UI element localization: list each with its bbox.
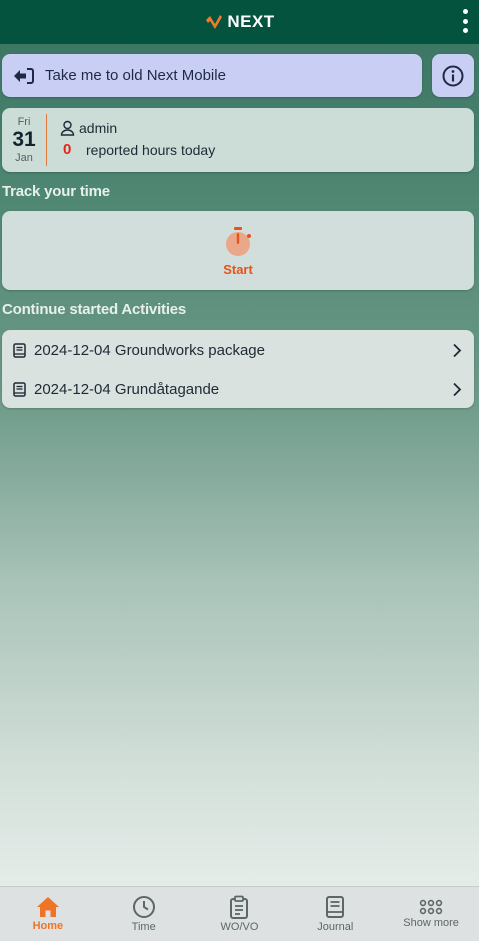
month-name: Jan <box>15 152 33 164</box>
exit-arrow-icon <box>14 67 34 84</box>
nav-journal-label: Journal <box>317 921 354 933</box>
started-activities-list: 2024-12-04 Groundworks package 2024-12-0… <box>2 330 474 408</box>
activity-label: 2024-12-04 Grundåtagande <box>34 381 220 398</box>
start-timer-card[interactable]: Start <box>2 211 474 290</box>
nav-time[interactable]: Time <box>96 887 192 941</box>
reported-hours-label: reported hours today <box>86 141 216 158</box>
nav-home[interactable]: Home <box>0 887 96 941</box>
user-row: admin <box>60 120 117 136</box>
more-options-menu-icon[interactable] <box>459 9 471 33</box>
book-icon <box>13 343 26 358</box>
home-icon <box>36 897 59 917</box>
start-button-label: Start <box>223 261 253 277</box>
book-icon <box>13 382 26 397</box>
activity-item[interactable]: 2024-12-04 Grundåtagande <box>2 370 474 409</box>
reported-hours-count: 0 <box>63 141 72 158</box>
nav-home-label: Home <box>32 920 64 932</box>
top-app-bar: NEXT <box>0 0 479 44</box>
stopwatch-icon <box>226 226 251 256</box>
date-divider <box>46 114 47 166</box>
clock-icon <box>132 896 155 918</box>
user-name: admin <box>79 120 118 136</box>
nav-journal[interactable]: Journal <box>287 887 383 941</box>
date-badge: Fri 31 Jan <box>2 114 46 166</box>
old-next-mobile-button[interactable]: Take me to old Next Mobile <box>2 54 422 97</box>
user-icon <box>60 120 75 136</box>
chevron-right-icon <box>453 382 462 397</box>
day-number: 31 <box>12 128 36 151</box>
activities-heading: Continue started Activities <box>2 301 187 318</box>
day-name: Fri <box>17 116 31 128</box>
nav-wo-vo[interactable]: WO/VO <box>192 887 288 941</box>
info-icon <box>442 65 464 86</box>
activity-label: 2024-12-04 Groundworks package <box>34 342 265 359</box>
track-time-heading: Track your time <box>2 183 110 200</box>
nav-show-more-label: Show more <box>403 917 459 929</box>
chevron-right-icon <box>453 343 462 358</box>
bottom-navigation: Home Time WO/VO Journal Show more <box>0 886 479 941</box>
app-logo: NEXT <box>204 12 274 32</box>
logo-bolt-icon <box>206 15 223 29</box>
nav-wo-vo-label: WO/VO <box>220 921 259 933</box>
today-summary-card[interactable]: Fri 31 Jan admin 0 reported hours today <box>2 108 474 172</box>
book-icon <box>326 896 345 918</box>
grid-icon <box>419 899 443 915</box>
hours-row: 0 reported hours today <box>63 141 215 158</box>
nav-show-more[interactable]: Show more <box>383 887 479 941</box>
activity-item[interactable]: 2024-12-04 Groundworks package <box>2 331 474 370</box>
nav-time-label: Time <box>131 921 156 933</box>
clipboard-icon <box>230 895 249 919</box>
info-button[interactable] <box>432 54 474 97</box>
logo-text: NEXT <box>227 12 275 31</box>
old-next-mobile-label: Take me to old Next Mobile <box>45 67 226 84</box>
